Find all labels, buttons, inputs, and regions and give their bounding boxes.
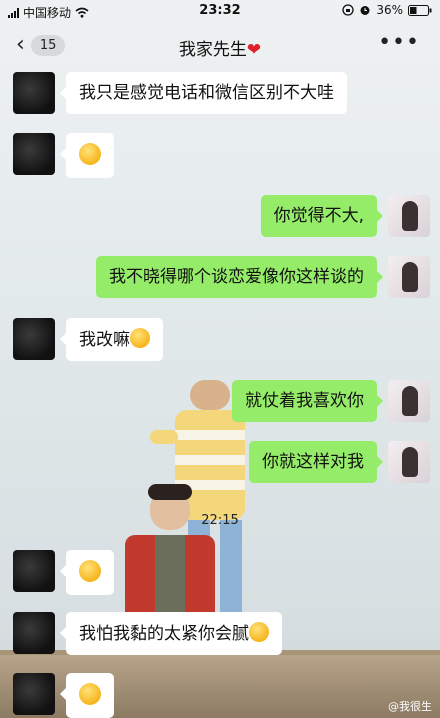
chat-screen: 中国移动 23:32 36% ‹ 15 我家先生❤ ••• 我只是感觉电话和微信… [0,0,440,718]
message-row [13,133,114,178]
message-text: 你就这样对我 [262,452,364,472]
chat-title-text: 我家先生 [178,40,247,60]
message-bubble[interactable]: 我改嘛 [60,318,163,361]
message-bubble[interactable] [60,133,114,178]
message-row: 我怕我黏的太紧你会腻 [13,612,282,655]
contact-avatar[interactable] [13,550,55,592]
self-avatar[interactable] [388,195,430,237]
watermark: @我很生 [388,700,432,713]
message-row: 就仗着我喜欢你 [232,380,430,422]
message-bubble[interactable]: 我怕我黏的太紧你会腻 [60,612,282,655]
battery-icon [408,4,432,16]
message-row [13,550,114,595]
grin-face-icon [249,622,269,642]
message-row: 我改嘛 [13,318,163,361]
battery-percent: 36% [376,3,403,17]
message-bubble[interactable] [60,673,114,718]
message-row: 你觉得不大, [260,195,430,237]
message-bubble[interactable]: 你就这样对我 [249,441,383,483]
self-avatar[interactable] [388,380,430,422]
self-avatar[interactable] [388,256,430,298]
message-row: 我不晓得哪个谈恋爱像你这样谈的 [96,256,430,298]
message-bubble[interactable]: 我只是感觉电话和微信区别不大哇 [60,72,347,114]
message-text: 我只是感觉电话和微信区别不大哇 [79,83,334,103]
contact-avatar[interactable] [13,318,55,360]
orientation-lock-icon [342,4,354,16]
chat-header: ‹ 15 我家先生❤ ••• [0,24,440,68]
contact-avatar[interactable] [13,133,55,175]
message-text: 我怕我黏的太紧你会腻 [79,624,249,644]
alarm-icon [360,6,370,15]
message-bubble[interactable]: 就仗着我喜欢你 [232,380,383,422]
more-options-button[interactable]: ••• [378,30,420,55]
chat-title: 我家先生❤ [0,35,440,60]
contact-avatar[interactable] [13,72,55,114]
laugh-cry-face-icon [79,560,101,582]
smirk-face-icon [79,143,101,165]
smile-face-icon [130,328,150,348]
message-row [13,673,114,718]
contact-avatar[interactable] [13,612,55,654]
message-bubble[interactable]: 我不晓得哪个谈恋爱像你这样谈的 [96,256,383,298]
message-row: 我只是感觉电话和微信区别不大哇 [13,72,347,114]
self-avatar[interactable] [388,441,430,483]
contact-avatar[interactable] [13,673,55,715]
message-timestamp: 22:15 [201,513,239,528]
laugh-cry-face-icon [79,683,101,705]
message-text: 你觉得不大, [273,206,364,226]
message-bubble[interactable]: 你觉得不大, [260,195,384,237]
heart-icon: ❤ [246,40,262,60]
message-text: 我不晓得哪个谈恋爱像你这样谈的 [109,267,364,287]
message-row: 你就这样对我 [249,441,430,483]
status-bar: 中国移动 23:32 36% [0,0,440,24]
message-bubble[interactable] [60,550,114,595]
message-text: 就仗着我喜欢你 [245,391,364,411]
message-text: 我改嘛 [79,330,130,350]
